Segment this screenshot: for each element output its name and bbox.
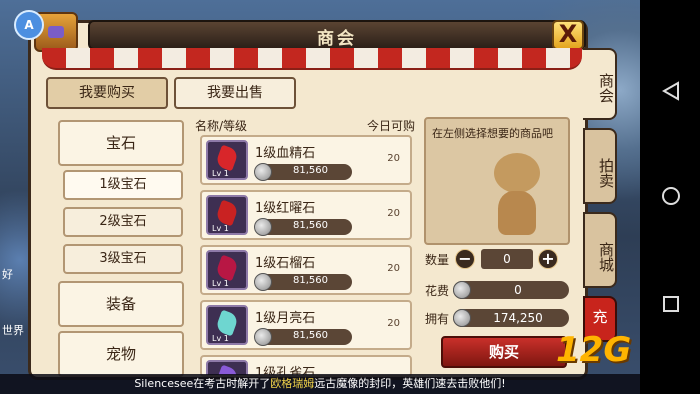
tab-buy[interactable]: 我要购买 (46, 77, 168, 109)
quantity-minus-button[interactable]: − (455, 249, 475, 269)
item-level: Lv 1 (212, 279, 229, 288)
category-equipment[interactable]: 装备 (58, 281, 184, 327)
silver-coin-icon (254, 328, 272, 346)
side-tab-mall[interactable]: 商城 (583, 212, 617, 288)
side-tab-guild[interactable]: 商会 (583, 48, 617, 120)
silver-coin-icon (254, 273, 272, 291)
silver-coin-icon (254, 163, 272, 181)
item-price: 81,560 (293, 275, 328, 286)
category-gem-level-1[interactable]: 1级宝石 (63, 170, 183, 200)
cost-label: 花费 (425, 284, 450, 298)
owned-value: 174,250 (493, 311, 543, 325)
item-price: 81,560 (293, 165, 328, 176)
item-list-header: 名称/等级 今日可购 (195, 117, 415, 135)
gem-icon: Lv 1 (206, 140, 248, 180)
price-bar: 81,560 (254, 163, 352, 181)
striped-awning (42, 48, 582, 70)
broadcast-player: Silencesee (134, 377, 194, 390)
quantity-plus-button[interactable]: + (538, 249, 558, 269)
title-bar: 商会 (88, 20, 586, 50)
detail-hint: 在左侧选择想要的商品吧 (432, 127, 553, 140)
gem-shape (214, 309, 240, 337)
avatar[interactable]: A (14, 10, 44, 40)
tab-sell[interactable]: 我要出售 (174, 77, 296, 109)
side-tab-auction[interactable]: 拍卖 (583, 128, 617, 204)
price-bar: 81,560 (254, 273, 352, 291)
mascot-head (494, 153, 540, 193)
column-name-level: 名称/等级 (195, 119, 248, 133)
back-icon[interactable] (660, 80, 682, 102)
item-level: Lv 1 (212, 169, 229, 178)
item-price: 81,560 (293, 330, 328, 341)
category-gems[interactable]: 宝石 (58, 120, 184, 166)
chat-line: 好 (2, 268, 13, 281)
gem-shape (214, 254, 240, 282)
gem-icon: Lv 1 (206, 250, 248, 290)
owned-label: 拥有 (425, 312, 450, 326)
gem-icon: Lv 1 (206, 195, 248, 235)
site-logo: 12G (556, 330, 632, 370)
item-limit: 20 (387, 208, 400, 219)
item-limit: 20 (387, 263, 400, 274)
item-limit: 20 (387, 153, 400, 164)
broadcast-bar: Silencesee在考古时解开了欧格瑞姆远古魔像的封印，英雄们速去击败他们! (0, 374, 640, 394)
item-limit: 20 (387, 318, 400, 329)
home-icon[interactable] (660, 185, 682, 207)
cost-value: 0 (514, 283, 522, 297)
price-bar: 81,560 (254, 328, 352, 346)
column-today-limit: 今日可购 (366, 119, 415, 133)
window-title: 商会 (317, 29, 357, 49)
shop-item[interactable]: Lv 1 1级石榴石 81,560 20 (200, 245, 412, 295)
gem-shape (214, 144, 240, 172)
item-level: Lv 1 (212, 224, 229, 233)
category-gem-level-2[interactable]: 2级宝石 (63, 207, 183, 237)
gem-shape (214, 199, 240, 227)
shop-item[interactable]: Lv 1 1级月亮石 81,560 20 (200, 300, 412, 350)
cost-bar: 0 (453, 281, 569, 299)
chat-preview[interactable]: 好 世界 (2, 266, 28, 366)
mascot-figure (486, 153, 546, 237)
broadcast-post: 远古魔像的封印，英雄们速去击败他们! (314, 377, 506, 390)
quantity-label: 数量 (425, 253, 450, 267)
silver-coin-icon (254, 218, 272, 236)
category-pets[interactable]: 宠物 (58, 331, 184, 377)
shop-item[interactable]: Lv 1 1级红曜石 81,560 20 (200, 190, 412, 240)
owned-bar: 174,250 (453, 309, 569, 327)
item-level: Lv 1 (212, 334, 229, 343)
broadcast-pre: 在考古时解开了 (193, 377, 271, 390)
item-price: 81,560 (293, 220, 328, 231)
price-bar: 81,560 (254, 218, 352, 236)
buy-button[interactable]: 购买 (441, 336, 567, 368)
quantity-field[interactable]: 0 (481, 249, 533, 269)
item-name: 1级红曜石 (255, 201, 316, 216)
close-button[interactable]: X (552, 20, 584, 50)
recent-apps-icon[interactable] (660, 293, 682, 315)
mascot-body (498, 191, 536, 235)
item-name: 1级石榴石 (255, 256, 316, 271)
category-gem-level-3[interactable]: 3级宝石 (63, 244, 183, 274)
chat-line: 世界 (2, 324, 24, 337)
item-name: 1级血精石 (255, 146, 316, 161)
item-name: 1级月亮石 (255, 311, 316, 326)
broadcast-highlight: 欧格瑞姆 (270, 377, 315, 390)
gem-icon: Lv 1 (206, 305, 248, 345)
android-nav-bar (640, 0, 700, 394)
shop-item[interactable]: Lv 1 1级血精石 81,560 20 (200, 135, 412, 185)
